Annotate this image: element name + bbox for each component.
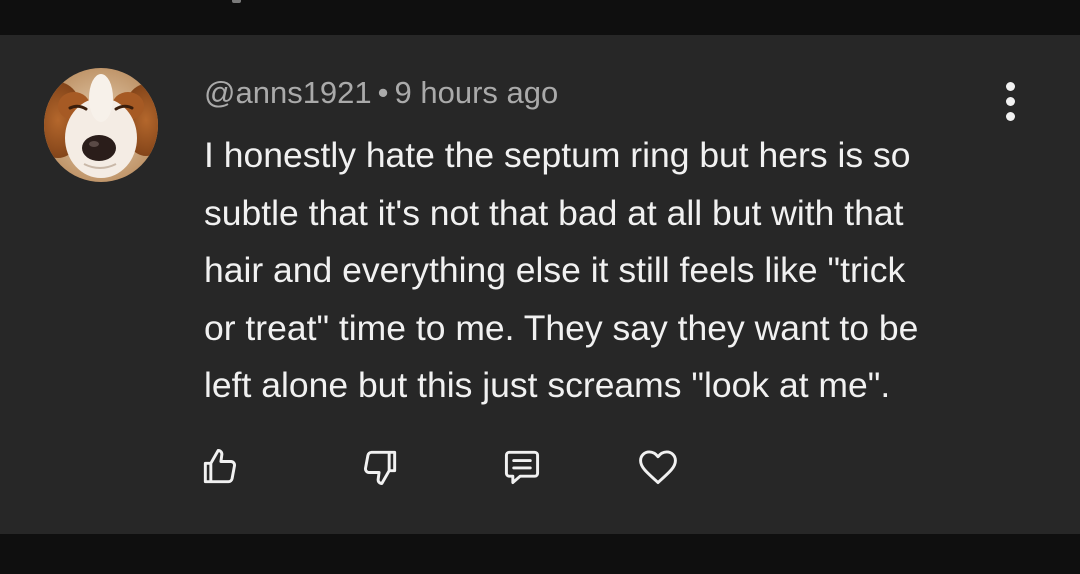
reply-button[interactable]	[498, 443, 546, 491]
comment-card: @anns1921 • 9 hours ago I honestly hate th…	[0, 35, 1080, 534]
heart-button[interactable]	[634, 443, 682, 491]
meta-separator: •	[377, 75, 389, 110]
thumbs-up-icon	[203, 449, 236, 484]
comment-timestamp[interactable]: 9 hours ago	[395, 75, 559, 110]
thumbs-down-icon	[364, 450, 397, 485]
dog-avatar-image	[44, 68, 158, 182]
like-button[interactable]	[196, 443, 244, 491]
more-vertical-icon	[1005, 81, 1015, 91]
heart-icon	[639, 450, 677, 485]
comment-meta: @anns1921 • 9 hours ago	[204, 73, 558, 113]
more-options-button[interactable]	[988, 79, 1032, 123]
author-handle[interactable]: @anns1921	[204, 75, 372, 110]
top-strip	[0, 0, 1080, 35]
author-avatar[interactable]	[44, 68, 158, 182]
bottom-strip	[0, 534, 1080, 574]
comment-body: I honestly hate the septum ring but hers…	[204, 135, 919, 405]
dislike-button[interactable]	[356, 443, 404, 491]
reply-comment-icon	[504, 450, 540, 485]
previous-content-edge	[232, 0, 241, 3]
